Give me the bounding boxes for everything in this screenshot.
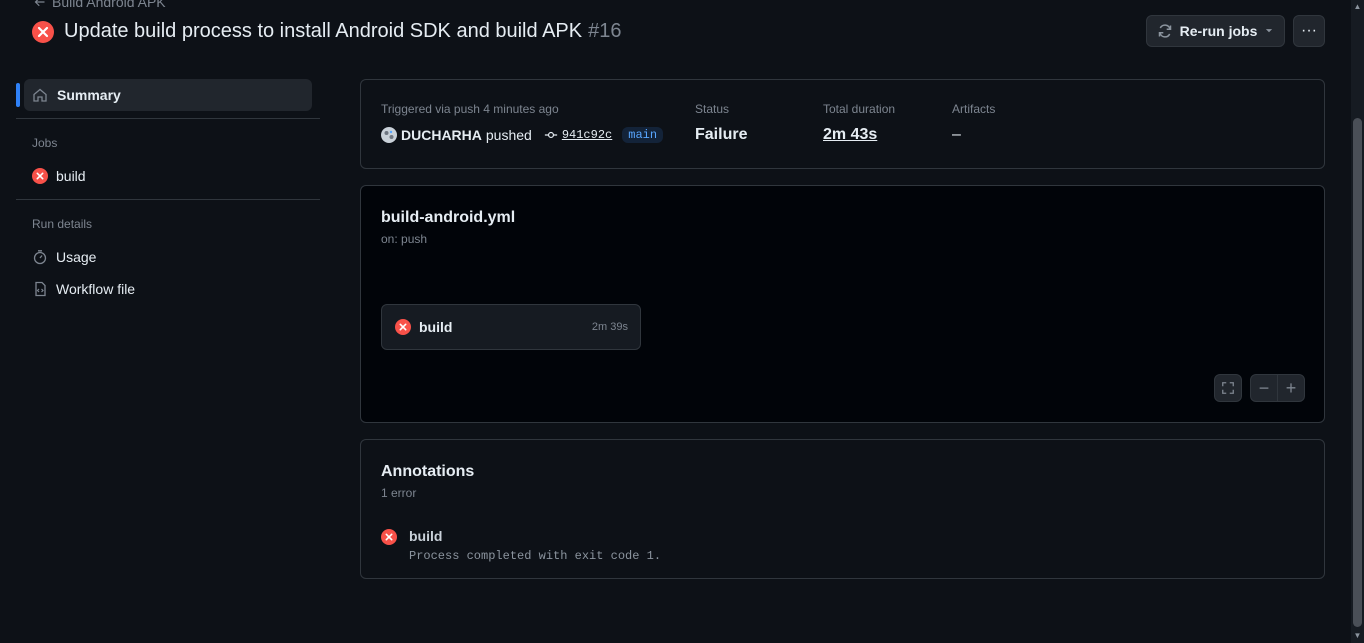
sidebar-item-label: Summary [57,87,121,103]
zoom-controls: − + [1250,374,1305,402]
action-text: pushed [485,127,532,143]
zoom-in-button[interactable]: + [1278,375,1304,401]
status-value: Failure [695,126,748,143]
fullscreen-button[interactable] [1214,374,1242,402]
annotation-message: Process completed with exit code 1. [409,549,662,563]
commit-sha-link[interactable]: 941c92c [562,128,612,142]
sidebar-divider [16,199,320,200]
run-title: Update build process to install Android … [64,20,583,42]
scrollbar-thumb[interactable] [1353,118,1362,627]
annotations-title: Annotations [381,463,475,480]
actor-name[interactable]: DUCHARHA [401,127,482,143]
workflow-trigger: on: push [381,232,428,246]
failure-x-circle-icon [32,168,48,184]
failure-x-circle-icon [381,529,397,545]
sidebar-item-label: build [56,168,86,184]
duration-value[interactable]: 2m 43s [823,126,877,144]
run-details-heading: Run details [32,217,93,231]
run-info-card [360,79,1325,169]
run-number: #16 [588,20,622,42]
scroll-up-arrow-icon[interactable]: ▲ [1352,2,1363,12]
sidebar-divider [16,118,320,119]
job-node-name: build [419,319,453,335]
back-link[interactable]: Build Android APK [34,0,166,10]
branch-badge[interactable]: main [622,127,664,143]
trigger-text: Triggered via push 4 minutes ago [381,102,559,116]
failure-x-circle-icon [395,319,411,335]
artifacts-label: Artifacts [952,102,996,116]
artifacts-value: – [952,126,961,143]
sidebar-item-workflow-file[interactable]: Workflow file [32,281,135,297]
page-title: Update build process to install Android … [32,20,621,43]
workflow-file-name: build-android.yml [381,209,516,226]
arrow-left-icon [34,0,45,7]
rerun-jobs-button[interactable]: Re-run jobs [1146,15,1285,47]
sync-icon [1158,24,1171,38]
stopwatch-icon [33,250,47,265]
rerun-jobs-label: Re-run jobs [1179,23,1258,39]
sidebar-item-usage[interactable]: Usage [32,249,96,265]
annotation-job-link[interactable]: build [409,528,442,544]
file-code-icon [35,281,46,297]
job-node-build[interactable]: build 2m 39s [381,304,641,350]
kebab-horizontal-icon: ··· [1301,22,1317,39]
duration-label: Total duration [823,102,896,116]
status-label: Status [695,102,730,116]
more-options-button[interactable]: ··· [1293,15,1325,47]
sidebar-item-label: Workflow file [56,281,136,297]
annotations-count: 1 error [381,486,417,500]
back-link-label[interactable]: Build Android APK [52,0,166,10]
sidebar-item-summary[interactable]: Summary [24,79,312,111]
avatar[interactable] [381,127,397,143]
git-commit-icon [544,131,557,139]
active-indicator [16,83,20,107]
jobs-heading: Jobs [32,136,58,150]
job-node-duration: 2m 39s [591,321,628,333]
home-icon [33,88,47,102]
scroll-down-arrow-icon[interactable]: ▼ [1352,631,1363,641]
failure-x-circle-icon [32,20,54,43]
commit-info: DUCHARHA pushed 941c92c main [381,127,664,143]
sidebar-item-label: Usage [56,249,97,265]
screen-full-icon [1222,382,1234,394]
caret-down-icon [1266,29,1273,33]
zoom-out-button[interactable]: − [1251,375,1278,401]
sidebar-item-job-build[interactable]: build [32,168,86,184]
